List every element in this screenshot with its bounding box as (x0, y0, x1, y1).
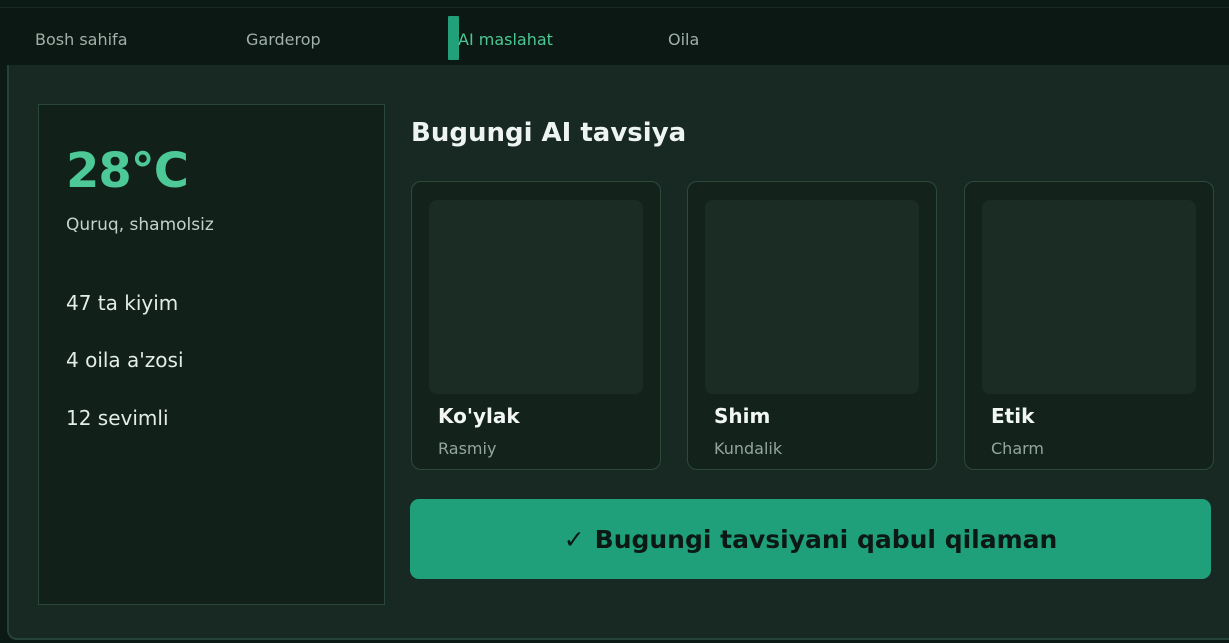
app-root: Bosh sahifa Garderop AI maslahat Oila 28… (0, 0, 1229, 643)
accept-button-label: Bugungi tavsiyani qabul qilaman (594, 524, 1058, 554)
stat-favorites: 12 sevimli (66, 406, 169, 430)
outfit-name: Etik (991, 404, 1035, 428)
nav-item-family[interactable]: Oila (668, 8, 699, 65)
outfit-name: Shim (714, 404, 771, 428)
outfit-card[interactable]: Etik Charm (964, 181, 1214, 470)
top-navigation: Bosh sahifa Garderop AI maslahat Oila (0, 7, 1229, 65)
stat-family-members: 4 oila a'zosi (66, 348, 184, 372)
weather-description: Quruq, shamolsiz (66, 215, 214, 235)
accept-recommendation-button[interactable]: ✓ Bugungi tavsiyani qabul qilaman (410, 499, 1211, 579)
outfit-image-placeholder (982, 200, 1196, 394)
outfit-style: Charm (991, 439, 1044, 458)
temperature-value: 28°C (66, 143, 189, 199)
recommendation-title: Bugungi AI tavsiya (411, 118, 687, 148)
check-icon: ✓ (563, 524, 585, 554)
outfit-name: Ko'ylak (438, 404, 520, 428)
nav-item-wardrobe[interactable]: Garderop (246, 8, 321, 65)
outfit-image-placeholder (429, 200, 643, 394)
stat-clothing-count: 47 ta kiyim (66, 291, 179, 315)
nav-item-ai-advice[interactable]: AI maslahat (458, 8, 553, 65)
outfit-card[interactable]: Shim Kundalik (687, 181, 937, 470)
weather-summary-panel: 28°C Quruq, shamolsiz 47 ta kiyim 4 oila… (38, 104, 385, 605)
outfit-style: Rasmiy (438, 439, 497, 458)
outfit-image-placeholder (705, 200, 919, 394)
outfit-style: Kundalik (714, 439, 783, 458)
nav-item-home[interactable]: Bosh sahifa (35, 8, 128, 65)
outfit-card[interactable]: Ko'ylak Rasmiy (411, 181, 661, 470)
